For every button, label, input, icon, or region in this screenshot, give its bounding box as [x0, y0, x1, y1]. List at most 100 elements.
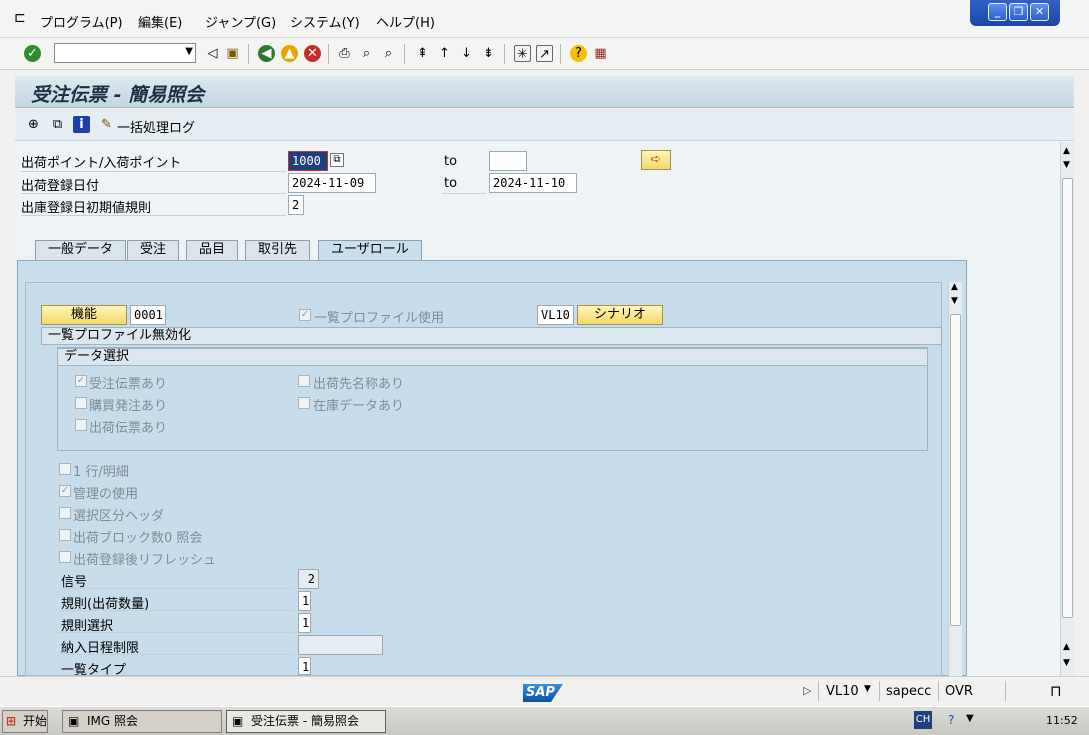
outer-scroll-up-icon-2[interactable]: ▲ — [1063, 642, 1070, 652]
to-label-2: to — [444, 176, 458, 191]
order-docs-checkbox[interactable]: ✓ — [75, 375, 87, 387]
taskbar-item-order[interactable]: ▣ 受注伝票 - 簡易照会 — [226, 710, 386, 733]
stock-data-checkbox[interactable] — [298, 397, 310, 409]
tab-sales-order[interactable]: 受注 — [127, 240, 180, 260]
one-line-item-checkbox[interactable] — [59, 463, 71, 475]
print-icon[interactable]: ⎙ — [336, 45, 353, 62]
shipping-point-to-input[interactable] — [489, 151, 527, 171]
menu-jump[interactable]: ジャンプ(G) — [205, 12, 276, 31]
outer-scrollbar[interactable]: ▲ ▼ ▲ ▼ — [1060, 142, 1074, 676]
delivery-limit-input[interactable] — [298, 635, 383, 655]
tray-dropdown-icon[interactable]: ▼ — [966, 713, 974, 724]
signal-value: 2 — [298, 569, 319, 589]
find-next-icon[interactable]: ⌕ — [380, 45, 397, 62]
standard-toolbar: ✓ ▼ ◁ ▣ ◀ ▲ ✕ ⎙ ⌕ ⌕ ⇞ ↑ ↓ ⇟ ✳ ↗ ? ▦ — [0, 38, 1089, 70]
status-dropdown-icon[interactable]: ▼ — [864, 684, 871, 694]
outer-scroll-up-icon[interactable]: ▲ — [1063, 146, 1070, 156]
inner-scroll-thumb[interactable] — [950, 314, 961, 626]
menu-edit[interactable]: 編集(E) — [138, 12, 182, 31]
purchase-orders-label: 購買発注あり — [89, 399, 168, 414]
transaction-code: VL10 — [826, 684, 859, 699]
minimize-icon[interactable]: _ — [988, 3, 1007, 21]
tab-user-role[interactable]: ユーザロール — [318, 240, 422, 260]
menu-bar: ⊏ プログラム(P) 編集(E) ジャンプ(G) システム(Y) ヘルプ(H) … — [0, 0, 1089, 38]
ime-icon[interactable]: CH — [914, 711, 932, 729]
tab-material[interactable]: 品目 — [186, 240, 239, 260]
execute-icon[interactable]: ⊕ — [25, 116, 42, 133]
ship-date-from-input[interactable]: 2024-11-09 — [288, 173, 376, 193]
order-docs-label: 受注伝票あり — [89, 377, 168, 392]
list-type-input[interactable]: 1 — [298, 657, 311, 675]
one-line-item-label: 1 行/明細 — [73, 465, 129, 480]
outer-scroll-thumb[interactable] — [1062, 178, 1073, 618]
outer-scroll-down-icon[interactable]: ▼ — [1063, 160, 1070, 170]
back-arrow-icon[interactable]: ◁ — [204, 45, 221, 62]
selection-header-checkbox[interactable] — [59, 507, 71, 519]
menu-program[interactable]: プログラム(P) — [40, 12, 123, 31]
last-page-icon[interactable]: ⇟ — [480, 45, 497, 62]
outer-scroll-down-icon-2[interactable]: ▼ — [1063, 658, 1070, 668]
ship-date-to-input[interactable]: 2024-11-10 — [489, 173, 577, 193]
menu-icon[interactable]: ⊏ — [14, 10, 26, 26]
ship-to-name-checkbox[interactable] — [298, 375, 310, 387]
cancel-icon[interactable]: ✕ — [304, 45, 321, 62]
block-count-checkbox[interactable] — [59, 529, 71, 541]
info-icon[interactable]: i — [73, 116, 90, 133]
taskbar-item-img[interactable]: ▣ IMG 照会 — [62, 710, 222, 733]
purchase-orders-checkbox[interactable] — [75, 397, 87, 409]
function-value[interactable]: 0001 — [130, 305, 166, 325]
play-icon[interactable]: ▷ — [803, 684, 811, 697]
scroll-down-icon[interactable]: ▼ — [951, 296, 958, 306]
save-icon[interactable]: ▣ — [224, 45, 241, 62]
scenario-button[interactable]: シナリオ — [577, 305, 663, 325]
multiple-selection-arrow-icon[interactable]: ➪ — [641, 150, 671, 170]
use-admin-checkbox[interactable]: ✓ — [59, 485, 71, 497]
tab-partner[interactable]: 取引先 — [245, 240, 311, 260]
command-field[interactable]: ▼ — [54, 43, 196, 63]
enter-icon[interactable]: ✓ — [24, 45, 41, 62]
shipping-point-input[interactable]: 1000 — [288, 151, 328, 171]
restore-icon[interactable]: ❐ — [1009, 3, 1028, 21]
default-rule-input[interactable]: 2 — [288, 195, 304, 215]
start-button[interactable]: ⊞ 开始 — [2, 710, 48, 733]
close-icon[interactable]: ✕ — [1030, 3, 1049, 21]
list-profile-label: 一覧プロファイル使用 — [314, 311, 445, 326]
rule-sel-input[interactable]: 1 — [298, 613, 311, 633]
shortcut-icon[interactable]: ↗ — [536, 45, 553, 62]
insert-mode: OVR — [945, 684, 973, 699]
disable-profile-section: 一覧プロファイル無効化 — [41, 327, 942, 345]
clock: 11:52 — [1046, 714, 1078, 727]
find-icon[interactable]: ⌕ — [358, 45, 375, 62]
exit-icon[interactable]: ▲ — [281, 45, 298, 62]
layout-menu-icon[interactable]: ▦ — [592, 45, 609, 62]
menu-system[interactable]: システム(Y) — [290, 12, 360, 31]
scroll-up-icon[interactable]: ▲ — [951, 282, 958, 292]
delivery-docs-label: 出荷伝票あり — [89, 421, 168, 436]
use-admin-label: 管理の使用 — [73, 487, 139, 502]
refresh-after-label: 出荷登録後リフレッシュ — [73, 553, 217, 568]
help-icon[interactable]: ? — [570, 45, 587, 62]
tab-general-data[interactable]: 一般データ — [35, 240, 127, 260]
list-profile-checkbox[interactable]: ✓ — [299, 309, 311, 321]
new-session-icon[interactable]: ✳ — [514, 45, 531, 62]
menu-help[interactable]: ヘルプ(H) — [376, 12, 435, 31]
help-tray-icon[interactable]: ? — [948, 713, 954, 727]
first-page-icon[interactable]: ⇞ — [414, 45, 431, 62]
rule-qty-input[interactable]: 1 — [298, 591, 311, 611]
variant-icon[interactable]: ⧉ — [49, 116, 66, 133]
delivery-docs-checkbox[interactable] — [75, 419, 87, 431]
batch-log-button[interactable]: 一括処理ログ — [117, 117, 195, 136]
ship-to-name-label: 出荷先名称あり — [313, 377, 405, 392]
previous-page-icon[interactable]: ↑ — [436, 45, 453, 62]
block-count-label: 出荷ブロック数0 照会 — [73, 531, 203, 546]
status-bar: SAP ▷ VL10 ▼ sapecc OVR ⊓ — [0, 676, 1089, 706]
multiple-selection-icon[interactable]: ⧉ — [330, 153, 344, 167]
chevron-down-icon[interactable]: ▼ — [185, 46, 193, 57]
log-icon[interactable]: ✎ — [98, 116, 115, 133]
next-page-icon[interactable]: ↓ — [458, 45, 475, 62]
inner-scrollbar[interactable]: ▲ ▼ — [948, 282, 962, 676]
sap-logo: SAP — [523, 684, 563, 702]
refresh-after-checkbox[interactable] — [59, 551, 71, 563]
back-icon[interactable]: ◀ — [258, 45, 275, 62]
function-button[interactable]: 機能 — [41, 305, 127, 325]
